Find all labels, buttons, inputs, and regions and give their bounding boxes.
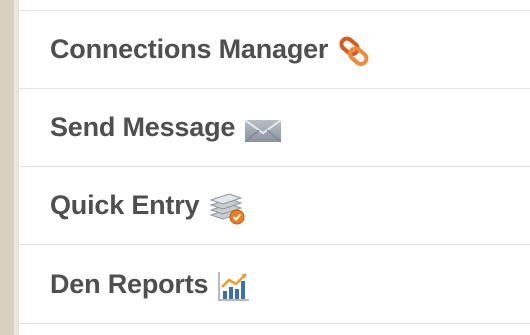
- stack-checkmark-icon: [207, 191, 247, 225]
- menu-item-label: Send Message: [50, 112, 236, 142]
- menu-item-label: Quick Entry: [50, 190, 200, 220]
- envelope-icon: [243, 113, 283, 147]
- menu-item-den-reports[interactable]: Den Reports: [19, 245, 530, 324]
- menu-item-label: Den Reports: [50, 268, 209, 299]
- left-accent-bar: [0, 0, 14, 335]
- chart-icon: [216, 269, 256, 303]
- menu-top-divider: [19, 0, 530, 11]
- menu-item-connections-manager[interactable]: Connections Manager: [19, 11, 530, 89]
- sidebar-menu: Connections Manager Send Message Quick E…: [18, 0, 530, 335]
- menu-item-send-message[interactable]: Send Message: [19, 89, 530, 167]
- menu-item-label: Connections Manager: [50, 34, 329, 64]
- menu-item-quick-entry[interactable]: Quick Entry: [19, 167, 530, 245]
- chain-link-icon: [336, 35, 376, 69]
